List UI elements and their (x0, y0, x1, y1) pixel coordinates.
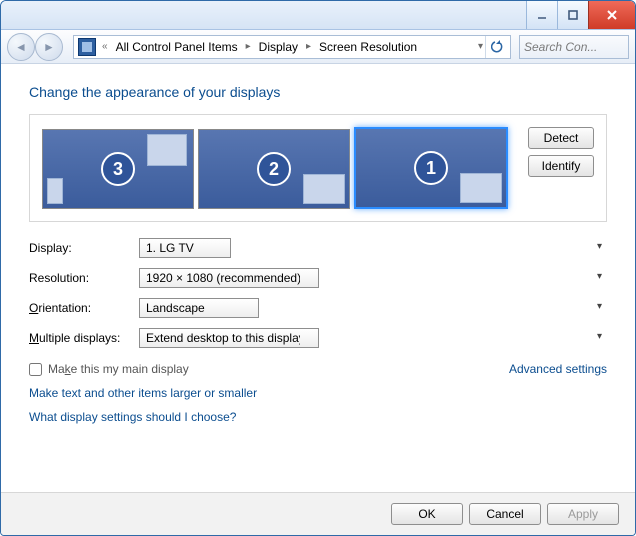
main-display-checkbox-label[interactable]: Make this my main display (29, 362, 189, 376)
orientation-select[interactable]: Landscape (139, 298, 259, 318)
titlebar (1, 1, 635, 30)
multiple-displays-label: Multiple displays: (29, 331, 139, 345)
monitor-3[interactable]: 3 (42, 129, 194, 209)
resolution-label: Resolution: (29, 271, 139, 285)
settings-form: Display: 1. LG TV Resolution: 1920 × 108… (29, 238, 607, 348)
forward-button[interactable]: ► (35, 33, 63, 61)
identify-button[interactable]: Identify (528, 155, 594, 177)
screen-resolution-window: ◄ ► « All Control Panel Items▸ Display▸ … (0, 0, 636, 536)
breadcrumb-root[interactable]: « (100, 41, 110, 52)
ok-button[interactable]: OK (391, 503, 463, 525)
apply-button[interactable]: Apply (547, 503, 619, 525)
maximize-button[interactable] (557, 1, 588, 29)
refresh-button[interactable] (485, 36, 510, 58)
window-preview-icon (460, 173, 502, 203)
address-bar[interactable]: « All Control Panel Items▸ Display▸ Scre… (73, 35, 511, 59)
cancel-button[interactable]: Cancel (469, 503, 541, 525)
help-link[interactable]: What display settings should I choose? (29, 410, 607, 424)
content-area: Change the appearance of your displays 3… (1, 64, 635, 492)
navigation-bar: ◄ ► « All Control Panel Items▸ Display▸ … (1, 30, 635, 64)
breadcrumb-item[interactable]: Display (253, 36, 304, 58)
monitor-2[interactable]: 2 (198, 129, 350, 209)
history-dropdown[interactable]: ▾ (476, 41, 485, 52)
display-arrangement-box: 3 2 1 Detect Identify (29, 114, 607, 222)
page-title: Change the appearance of your displays (29, 84, 607, 100)
monitor-1[interactable]: 1 (354, 127, 508, 209)
monitor-layout[interactable]: 3 2 1 (42, 127, 520, 209)
monitor-number: 2 (257, 152, 291, 186)
control-panel-icon (78, 38, 96, 56)
minimize-button[interactable] (526, 1, 557, 29)
display-label: Display: (29, 241, 139, 255)
monitor-number: 1 (414, 151, 448, 185)
close-button[interactable] (588, 1, 635, 29)
breadcrumb-item[interactable]: Screen Resolution (313, 36, 423, 58)
detect-button[interactable]: Detect (528, 127, 594, 149)
resolution-select[interactable]: 1920 × 1080 (recommended) (139, 268, 319, 288)
window-preview-icon (303, 174, 345, 204)
dialog-footer: OK Cancel Apply (1, 492, 635, 535)
window-preview-icon (147, 134, 187, 166)
advanced-settings-link[interactable]: Advanced settings (509, 362, 607, 376)
monitor-number: 3 (101, 152, 135, 186)
multiple-displays-select[interactable]: Extend desktop to this display (139, 328, 319, 348)
main-display-checkbox[interactable] (29, 363, 42, 376)
search-input[interactable]: Search Con... (519, 35, 629, 59)
back-button[interactable]: ◄ (7, 33, 35, 61)
orientation-label: Orientation: (29, 301, 139, 315)
display-select[interactable]: 1. LG TV (139, 238, 231, 258)
breadcrumb-item[interactable]: All Control Panel Items (110, 36, 244, 58)
window-preview-icon (47, 178, 63, 204)
text-size-link[interactable]: Make text and other items larger or smal… (29, 386, 607, 400)
